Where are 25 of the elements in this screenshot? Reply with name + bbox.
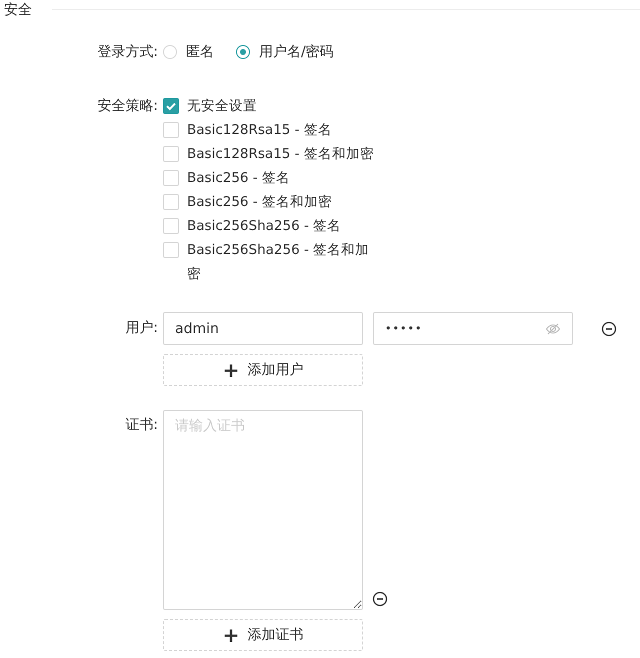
password-field[interactable]: •••••: [373, 312, 573, 345]
checkbox-label: Basic128Rsa15 - 签名和加密: [187, 145, 374, 164]
hidden-eye-icon[interactable]: [545, 320, 561, 336]
remove-icon[interactable]: [372, 591, 388, 607]
field-label: 登录方式:: [96, 43, 158, 62]
checkbox[interactable]: [163, 98, 179, 114]
add-user-button[interactable]: + 添加用户: [163, 354, 363, 386]
add-certificate-button[interactable]: + 添加证书: [163, 619, 363, 651]
checkbox-label: Basic128Rsa15 - 签名: [187, 121, 332, 140]
checkbox-label: Basic256Sha256 - 签名和加密: [187, 241, 370, 284]
radio-label: 匿名: [186, 43, 214, 62]
username-field[interactable]: admin: [163, 312, 363, 345]
field-label: 用户:: [124, 319, 158, 338]
checkbox-label: Basic256Sha256 - 签名: [187, 217, 342, 236]
checkbox-label: Basic256 - 签名和加密: [187, 193, 332, 212]
field-label: 证书:: [124, 416, 158, 435]
password-value: •••••: [385, 322, 422, 335]
section-title: 安全: [3, 1, 33, 19]
checkbox-label: 无安全设置: [187, 97, 257, 116]
checkbox-label: Basic256 - 签名: [187, 169, 290, 188]
radio-option[interactable]: 匿名: [163, 42, 214, 62]
field-label: 安全策略:: [96, 97, 158, 116]
radio-label: 用户名/密码: [259, 43, 334, 62]
radio-option[interactable]: 用户名/密码: [236, 42, 334, 62]
remove-icon[interactable]: [601, 320, 617, 336]
